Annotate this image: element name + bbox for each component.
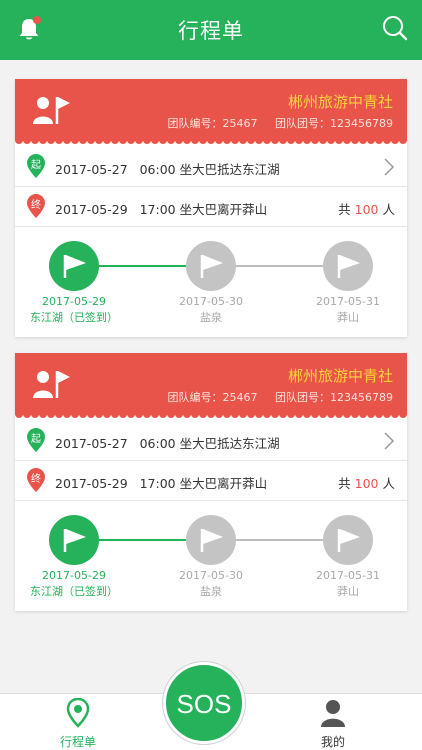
- agency-name: 郴州旅游中青社: [287, 367, 393, 385]
- start-row[interactable]: 起 2017-05-27 06:00 坐大巴抵达东江湖: [15, 147, 407, 187]
- team-number: 团队编号：25467: [167, 117, 258, 130]
- page-title: 行程单: [178, 19, 244, 43]
- scallop-edge: [15, 140, 407, 146]
- sos-button[interactable]: SOS: [163, 662, 245, 744]
- agency-name: 郴州旅游中青社: [287, 93, 393, 111]
- flag-icon: [49, 241, 99, 291]
- chevron-right-icon[interactable]: [383, 432, 395, 450]
- tab-mine[interactable]: 我的: [293, 698, 373, 750]
- step-3[interactable]: 2017-05-31 莽山: [293, 241, 403, 325]
- start-pin-icon: 起: [27, 428, 45, 452]
- itinerary-card[interactable]: 郴州旅游中青社 团队编号：25467 团队团号：123456789 起 2017…: [15, 79, 407, 337]
- flag-icon: [186, 515, 236, 565]
- start-text: 2017-05-27 06:00 坐大巴抵达东江湖: [55, 436, 280, 451]
- itinerary-card[interactable]: 郴州旅游中青社 团队编号：25467 团队团号：123456789 起 2017…: [15, 353, 407, 611]
- user-icon: [321, 700, 345, 727]
- end-pin-icon: 终: [27, 194, 45, 218]
- start-row[interactable]: 起 2017-05-27 06:00 坐大巴抵达东江湖: [15, 421, 407, 461]
- tab-itinerary[interactable]: 行程单: [38, 697, 118, 750]
- end-pin-icon: 终: [27, 468, 45, 492]
- people-count: 共 100 人: [338, 202, 395, 217]
- end-text: 2017-05-29 17:00 坐大巴离开莽山: [55, 202, 268, 217]
- step-1[interactable]: 2017-05-29 东江湖（已签到）: [19, 515, 129, 599]
- progress-steps: 2017-05-29 东江湖（已签到） 2017-05-30 盐泉 2017-0…: [15, 227, 407, 337]
- step-2[interactable]: 2017-05-30 盐泉: [156, 515, 266, 599]
- team-number: 团队编号：25467: [167, 391, 258, 404]
- end-row: 终 2017-05-29 17:00 坐大巴离开莽山 共 100 人: [15, 461, 407, 501]
- team-info: 团队编号：25467 团队团号：123456789: [154, 389, 394, 405]
- scallop-edge: [15, 414, 407, 420]
- end-text: 2017-05-29 17:00 坐大巴离开莽山: [55, 476, 268, 491]
- end-row: 终 2017-05-29 17:00 坐大巴离开莽山 共 100 人: [15, 187, 407, 227]
- team-info: 团队编号：25467 团队团号：123456789: [154, 115, 394, 131]
- progress-steps: 2017-05-29 东江湖（已签到） 2017-05-30 盐泉 2017-0…: [15, 501, 407, 611]
- step-2[interactable]: 2017-05-30 盐泉: [156, 241, 266, 325]
- chevron-right-icon[interactable]: [383, 158, 395, 176]
- group-flag-icon: [33, 371, 70, 398]
- flag-icon: [323, 515, 373, 565]
- flag-icon: [186, 241, 236, 291]
- start-pin-icon: 起: [27, 154, 45, 178]
- people-count: 共 100 人: [338, 476, 395, 491]
- card-header: 郴州旅游中青社 团队编号：25467 团队团号：123456789: [15, 353, 407, 420]
- step-3[interactable]: 2017-05-31 莽山: [293, 515, 403, 599]
- search-icon[interactable]: [380, 13, 410, 43]
- start-text: 2017-05-27 06:00 坐大巴抵达东江湖: [55, 162, 280, 177]
- group-flag-icon: [33, 97, 70, 124]
- group-number: 团队团号：123456789: [275, 391, 393, 404]
- group-number: 团队团号：123456789: [275, 117, 393, 130]
- card-header: 郴州旅游中青社 团队编号：25467 团队团号：123456789: [15, 79, 407, 146]
- flag-icon: [49, 515, 99, 565]
- flag-icon: [323, 241, 373, 291]
- top-app-bar: 行程单: [0, 0, 422, 60]
- step-1[interactable]: 2017-05-29 东江湖（已签到）: [19, 241, 129, 325]
- location-pin-icon: [66, 697, 90, 728]
